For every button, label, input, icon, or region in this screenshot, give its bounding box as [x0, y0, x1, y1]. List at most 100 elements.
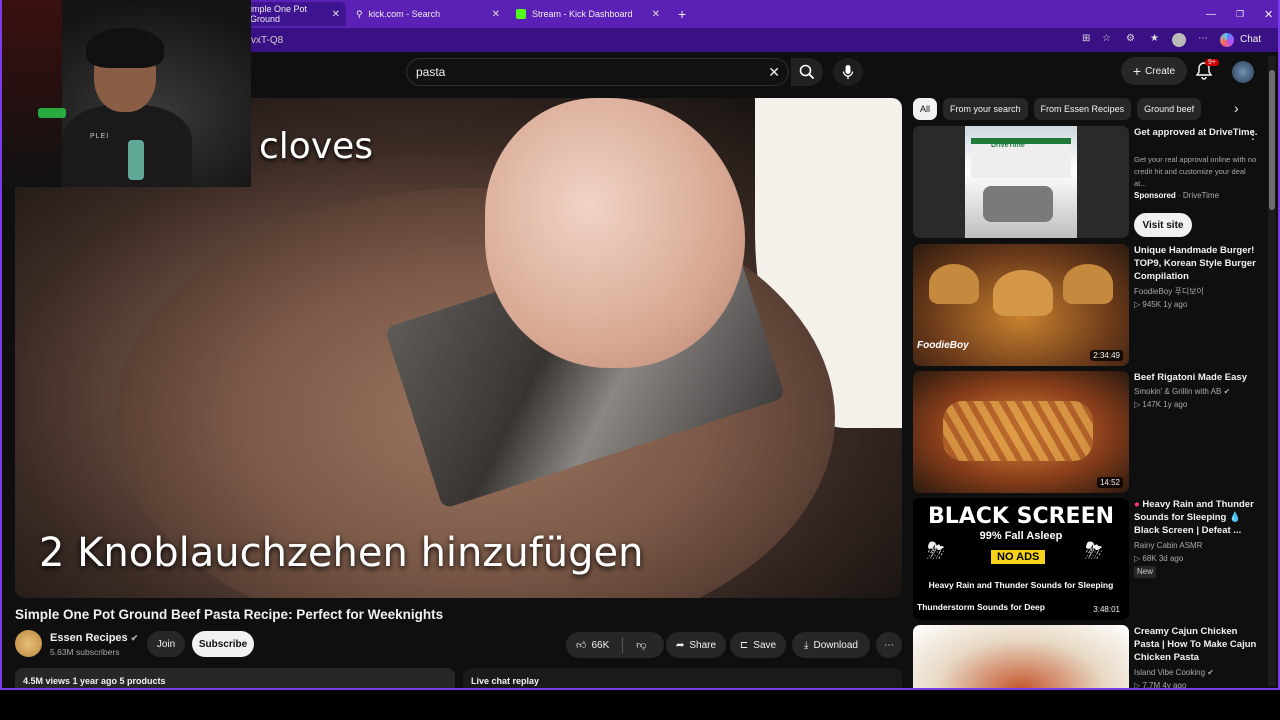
copilot-icon[interactable]: [1220, 33, 1234, 47]
storm-cloud-icon: ⛈: [927, 538, 945, 563]
scrollbar-thumb[interactable]: [1269, 70, 1275, 210]
split-screen-icon[interactable]: ⊞: [1082, 33, 1090, 44]
thumbs-down-icon: 👎︎: [636, 640, 647, 651]
tab-youtube[interactable]: imple One Pot Ground ✕: [242, 2, 346, 26]
recommendation-item[interactable]: FoodieBoy 2:34:49 Unique Handmade Burger…: [913, 244, 1268, 366]
channel-name-text: Smokin' & Grillin with AB: [1134, 387, 1222, 396]
chip-from-your-search[interactable]: From your search: [943, 98, 1028, 120]
live-chat-replay[interactable]: Live chat replay: [463, 668, 902, 688]
tab-label: imple One Pot Ground: [250, 4, 308, 24]
video-thumbnail[interactable]: FoodieBoy 2:34:49: [913, 244, 1129, 366]
thumbs-up-icon: 👍︎: [576, 640, 587, 651]
close-icon[interactable]: ✕: [652, 9, 660, 20]
thumb-headline: BLACK SCREEN: [927, 504, 1115, 529]
account-avatar[interactable]: [1232, 61, 1254, 83]
channel-name: Smokin' & Grillin with AB ✔: [1134, 386, 1230, 398]
video-thumbnail[interactable]: 14:52: [913, 371, 1129, 493]
profile-avatar[interactable]: [1172, 33, 1186, 47]
subscribe-button[interactable]: Subscribe: [192, 631, 254, 657]
create-button[interactable]: + Create: [1121, 57, 1187, 85]
description-box[interactable]: 4.5M views 1 year ago 5 products: [15, 668, 455, 688]
like-dislike-group: 👍︎ 66K 👎︎: [566, 632, 664, 658]
recommendation-item[interactable]: 14:52 Beef Rigatoni Made Easy Smokin' & …: [913, 371, 1268, 493]
new-badge: New: [1134, 566, 1157, 578]
close-icon[interactable]: ✕: [332, 9, 340, 20]
window-close-icon[interactable]: ✕: [1256, 2, 1278, 26]
clear-search-icon[interactable]: ✕: [768, 64, 780, 81]
live-chat-label: Live chat replay: [471, 676, 540, 686]
notification-badge: 9+: [1205, 59, 1219, 66]
favorites-icon[interactable]: ★: [1150, 33, 1159, 44]
share-button[interactable]: ➦ Share: [666, 632, 726, 658]
recommendation-item[interactable]: BLACK SCREEN 99% Fall Asleep ⛈ ⛈ NO ADS …: [913, 498, 1268, 620]
join-button[interactable]: Join: [147, 631, 185, 657]
background-gear: [2, 0, 62, 187]
scrollbar[interactable]: [1268, 56, 1276, 686]
like-button[interactable]: 👍︎ 66K: [576, 639, 609, 652]
share-label: Share: [689, 639, 717, 651]
ad-title: Get approved at DriveTime.: [1134, 127, 1258, 138]
download-button[interactable]: ⤓ Download: [792, 632, 870, 658]
video-meta: ▷ 7.7M 4y ago: [1134, 680, 1187, 690]
video-thumbnail[interactable]: BLACK SCREEN 99% Fall Asleep ⛈ ⛈ NO ADS …: [913, 498, 1129, 620]
minimize-icon[interactable]: —: [1198, 2, 1224, 26]
duration-badge: 2:34:49: [1090, 350, 1123, 361]
more-actions-button[interactable]: ⋯: [876, 632, 902, 658]
plus-icon: +: [1132, 63, 1142, 79]
ad-thumbnail[interactable]: DriveTime: [913, 126, 1129, 238]
voice-search-button[interactable]: [833, 58, 863, 86]
video-title: Unique Handmade Burger! TOP9, Korean Sty…: [1134, 245, 1256, 282]
close-icon[interactable]: ✕: [492, 9, 500, 20]
video-thumbnail[interactable]: [913, 625, 1129, 688]
visit-site-button[interactable]: Visit site: [1134, 213, 1192, 237]
favorite-star-icon[interactable]: ☆: [1102, 33, 1111, 44]
url-text[interactable]: vxT-Q8: [251, 35, 283, 46]
download-label: Download: [813, 639, 858, 651]
views-age: 7.7M 4y ago: [1142, 681, 1187, 690]
video-meta: ▷ 68K 3d ago: [1134, 553, 1183, 565]
dislike-button[interactable]: 👎︎: [636, 639, 646, 651]
duration-badge: 14:52: [1096, 477, 1123, 488]
duration-badge: 3:48:01: [1090, 604, 1123, 615]
advertiser-name: DriveTime: [1182, 191, 1220, 200]
kick-logo-icon: [516, 9, 526, 19]
video-title-text: Heavy Rain and Thunder Sounds for Sleepi…: [1134, 499, 1254, 536]
search-input[interactable]: pasta ✕: [406, 58, 789, 86]
create-label: Create: [1145, 65, 1176, 77]
recommendation-item[interactable]: Creamy Cajun Chicken Pasta | How To Make…: [913, 625, 1268, 690]
more-icon[interactable]: ⋯: [1198, 33, 1208, 44]
tab-kick-search[interactable]: ⚲ kick.com - Search ✕: [348, 2, 506, 26]
video-meta: ▷ 147K 1y ago: [1134, 399, 1187, 411]
chevron-right-icon[interactable]: ›: [1234, 100, 1239, 116]
chip-ground-beef[interactable]: Ground beef: [1137, 98, 1202, 120]
save-button[interactable]: ⊏ Save: [730, 632, 786, 658]
sponsored-ad[interactable]: DriveTime Get approved at DriveTime. Get…: [913, 126, 1268, 238]
ad-meta: Sponsored · DriveTime: [1134, 191, 1220, 200]
extensions-icon[interactable]: ⚙: [1126, 33, 1135, 44]
download-icon: ⤓: [804, 639, 809, 651]
chat-label[interactable]: Chat: [1240, 34, 1261, 45]
channel-avatar[interactable]: [15, 630, 42, 657]
channel-name-text: Island Vibe Cooking: [1134, 668, 1206, 677]
video-title: ● Heavy Rain and Thunder Sounds for Slee…: [1134, 498, 1259, 537]
chip-from-channel[interactable]: From Essen Recipes: [1033, 98, 1132, 120]
dealership-sign: DriveTime: [991, 142, 1025, 149]
search-value: pasta: [416, 65, 446, 79]
verified-icon: ✔: [1223, 387, 1231, 396]
notifications-button[interactable]: 9+: [1195, 59, 1219, 82]
verified-icon: ✔: [130, 633, 139, 643]
video-caption-top: cloves: [259, 126, 374, 167]
tab-kick-dashboard[interactable]: Stream - Kick Dashboard ✕: [508, 2, 666, 26]
video-title: Simple One Pot Ground Beef Pasta Recipe:…: [15, 607, 444, 622]
visit-site-label: Visit site: [1142, 219, 1184, 231]
channel-name-text: Essen Recipes: [50, 632, 128, 644]
new-tab-button[interactable]: +: [670, 2, 690, 26]
channel-name[interactable]: Essen Recipes ✔: [50, 632, 138, 644]
video-meta: ▷ 945K 1y ago: [1134, 299, 1187, 311]
person-hair: [86, 28, 164, 68]
restore-icon[interactable]: ❐: [1228, 2, 1252, 26]
chip-all[interactable]: All: [913, 98, 938, 120]
description-meta: 4.5M views 1 year ago 5 products: [23, 676, 166, 686]
kebab-menu-icon[interactable]: ⋮: [1247, 128, 1259, 142]
search-button[interactable]: [791, 58, 823, 86]
